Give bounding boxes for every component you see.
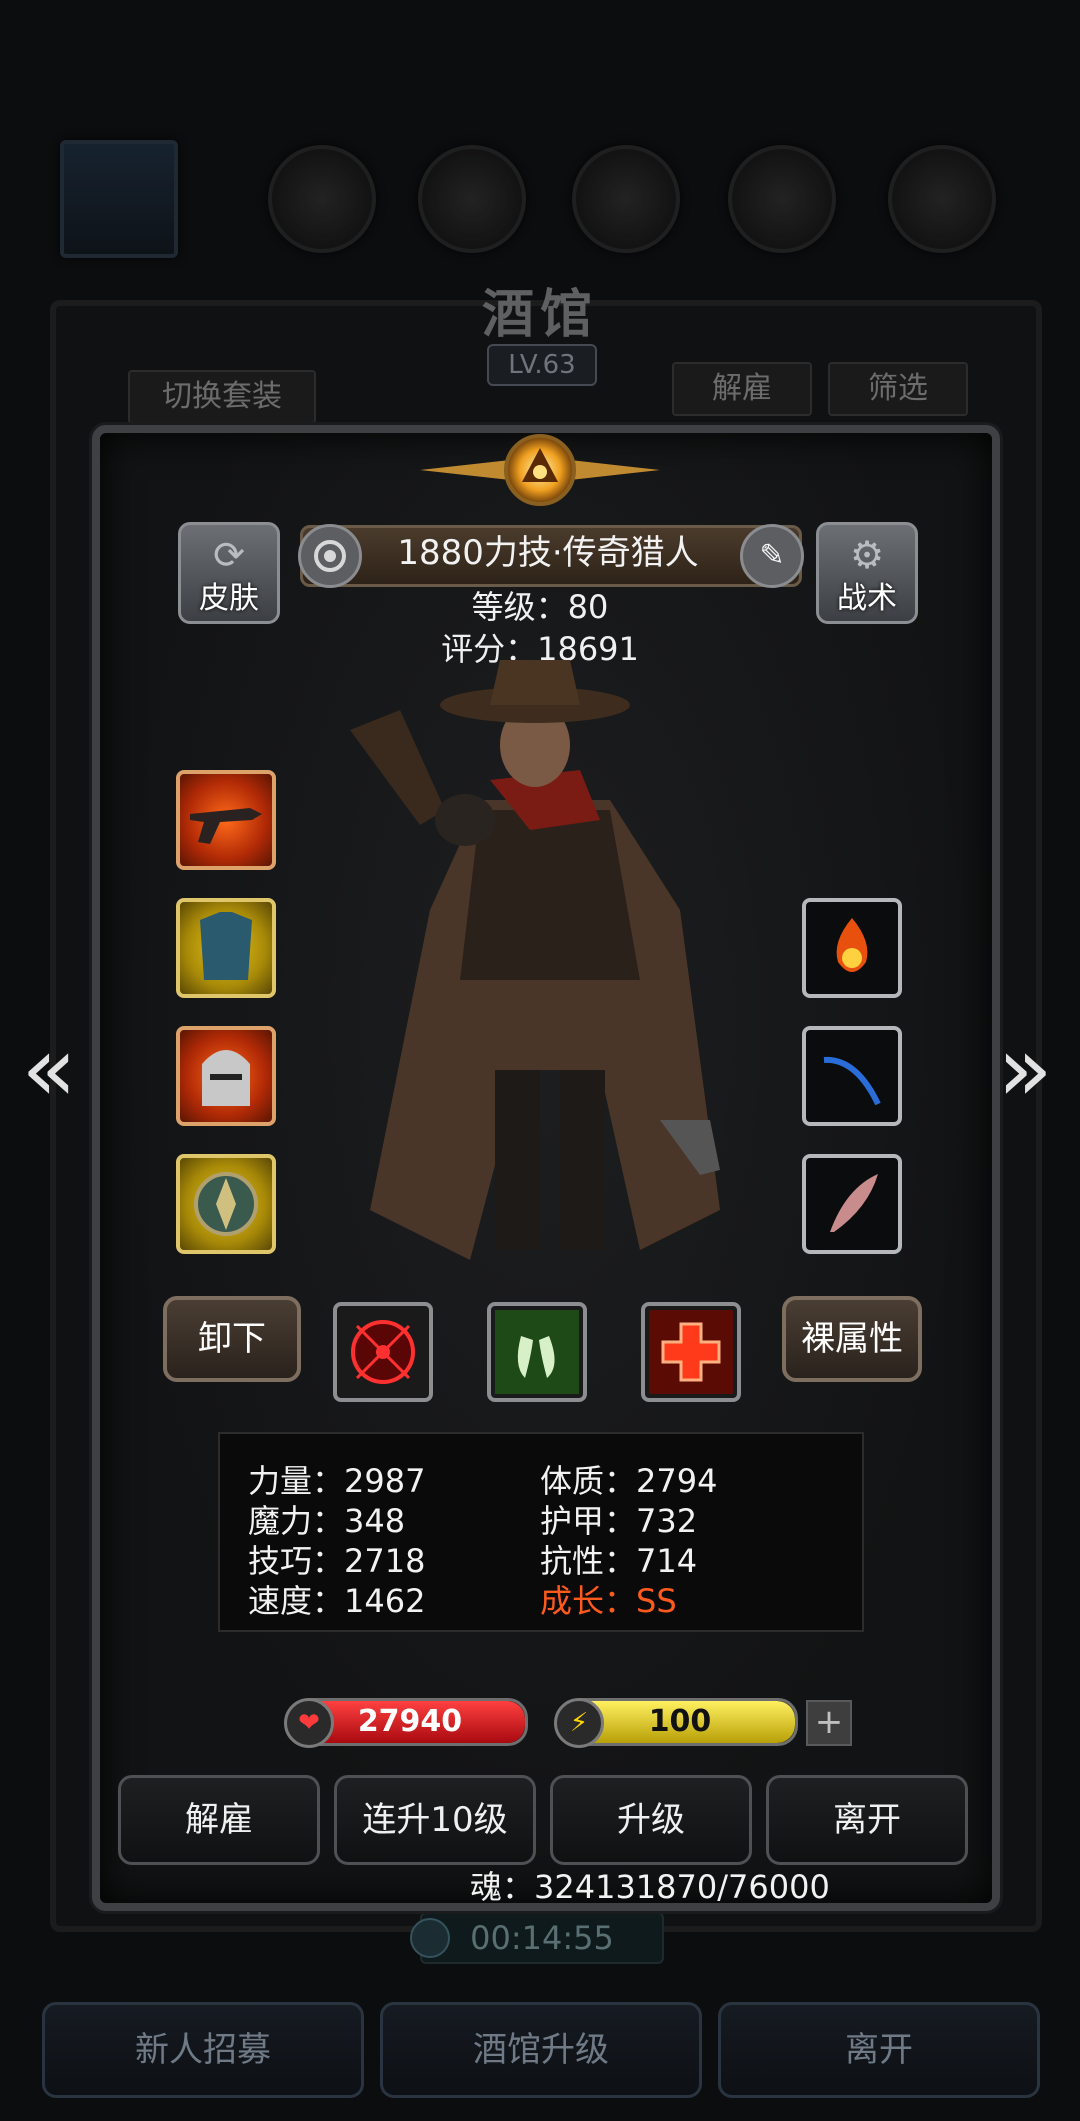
rune-slot-2[interactable] (802, 1026, 902, 1126)
flintlock-pistol-icon (190, 808, 262, 844)
bg-filter-button: 筛选 (828, 362, 968, 416)
add-energy-button[interactable]: + (806, 1700, 852, 1746)
edit-name-button[interactable]: ✎ (740, 524, 804, 588)
previous-hero-arrow-icon[interactable]: « (14, 1020, 84, 1120)
bg-tab-2 (268, 145, 376, 253)
weapon-slot[interactable] (176, 770, 276, 870)
red-cross-skill-icon (649, 1310, 733, 1394)
hero-level: 等级：80 (471, 588, 609, 626)
lightning-icon: ⚡ (554, 1698, 604, 1748)
feather-icon (830, 1174, 878, 1232)
rune-slot-3[interactable] (802, 1154, 902, 1254)
skill-slot-2[interactable] (487, 1302, 587, 1402)
bg-dismiss-button: 解雇 (672, 362, 812, 416)
level-up-button[interactable]: 升级 (550, 1775, 752, 1865)
accessory-slot[interactable] (176, 1154, 276, 1254)
gear-icon: ⚙ (849, 533, 885, 577)
stat-growth: 成长：SS (540, 1582, 677, 1620)
knight-helmet-icon (202, 1050, 250, 1106)
new-recruit-button[interactable]: 新人招募 (42, 2002, 364, 2098)
bottom-leave-button[interactable]: 离开 (718, 2002, 1040, 2098)
crosshair-skill-icon (351, 1320, 415, 1384)
fire-essence-icon (836, 918, 868, 972)
skin-label: 皮肤 (199, 581, 259, 616)
armor-slot[interactable] (176, 898, 276, 998)
skill-slot-1[interactable] (333, 1302, 433, 1402)
rune-slot-1[interactable] (802, 898, 902, 998)
bg-tab-4 (572, 145, 680, 253)
bg-tab-5 (728, 145, 836, 253)
green-claw-skill-icon (495, 1310, 579, 1394)
soul-counter: 魂：324131870/76000 (470, 1868, 830, 1906)
bg-tab-3 (418, 145, 526, 253)
dismiss-hero-button[interactable]: 解雇 (118, 1775, 320, 1865)
heart-icon: ❤ (284, 1698, 334, 1748)
skill-slot-3[interactable] (641, 1302, 741, 1402)
clock-icon (410, 1918, 450, 1958)
recruit-timer: 00:14:55 (410, 1912, 664, 1964)
tactics-button[interactable]: ⚙ 战术 (816, 522, 918, 624)
leave-button[interactable]: 离开 (766, 1775, 968, 1865)
stat-speed: 速度：1462 (248, 1582, 426, 1620)
bg-tab-hero (60, 140, 178, 258)
unequip-button[interactable]: 卸下 (163, 1296, 301, 1382)
hero-portrait (350, 660, 720, 1260)
switch-set-button: 切换套装 (128, 370, 316, 424)
tactics-label: 战术 (837, 581, 897, 616)
bg-title: 酒馆 (481, 285, 598, 345)
bg-level-badge: LV.63 (487, 344, 597, 386)
crest-emblem-icon (420, 434, 660, 506)
armor-vest-icon (200, 912, 252, 980)
bare-attributes-button[interactable]: 裸属性 (782, 1296, 922, 1382)
next-hero-arrow-icon[interactable]: » (990, 1020, 1060, 1120)
helmet-slot[interactable] (176, 1026, 276, 1126)
blue-whip-icon (823, 1056, 881, 1106)
rank-badge-icon (298, 524, 362, 588)
tavern-upgrade-button[interactable]: 酒馆升级 (380, 2002, 702, 2098)
pencil-icon: ✎ (759, 538, 785, 573)
skin-button[interactable]: ⟳ 皮肤 (178, 522, 280, 624)
bg-tab-6 (888, 145, 996, 253)
timer-text: 00:14:55 (470, 1919, 614, 1957)
shirt-refresh-icon: ⟳ (213, 533, 245, 577)
hero-name: 1880力技·传奇猎人 (397, 533, 699, 573)
level-up-10-button[interactable]: 连升10级 (334, 1775, 536, 1865)
shield-amulet-icon (194, 1172, 258, 1236)
